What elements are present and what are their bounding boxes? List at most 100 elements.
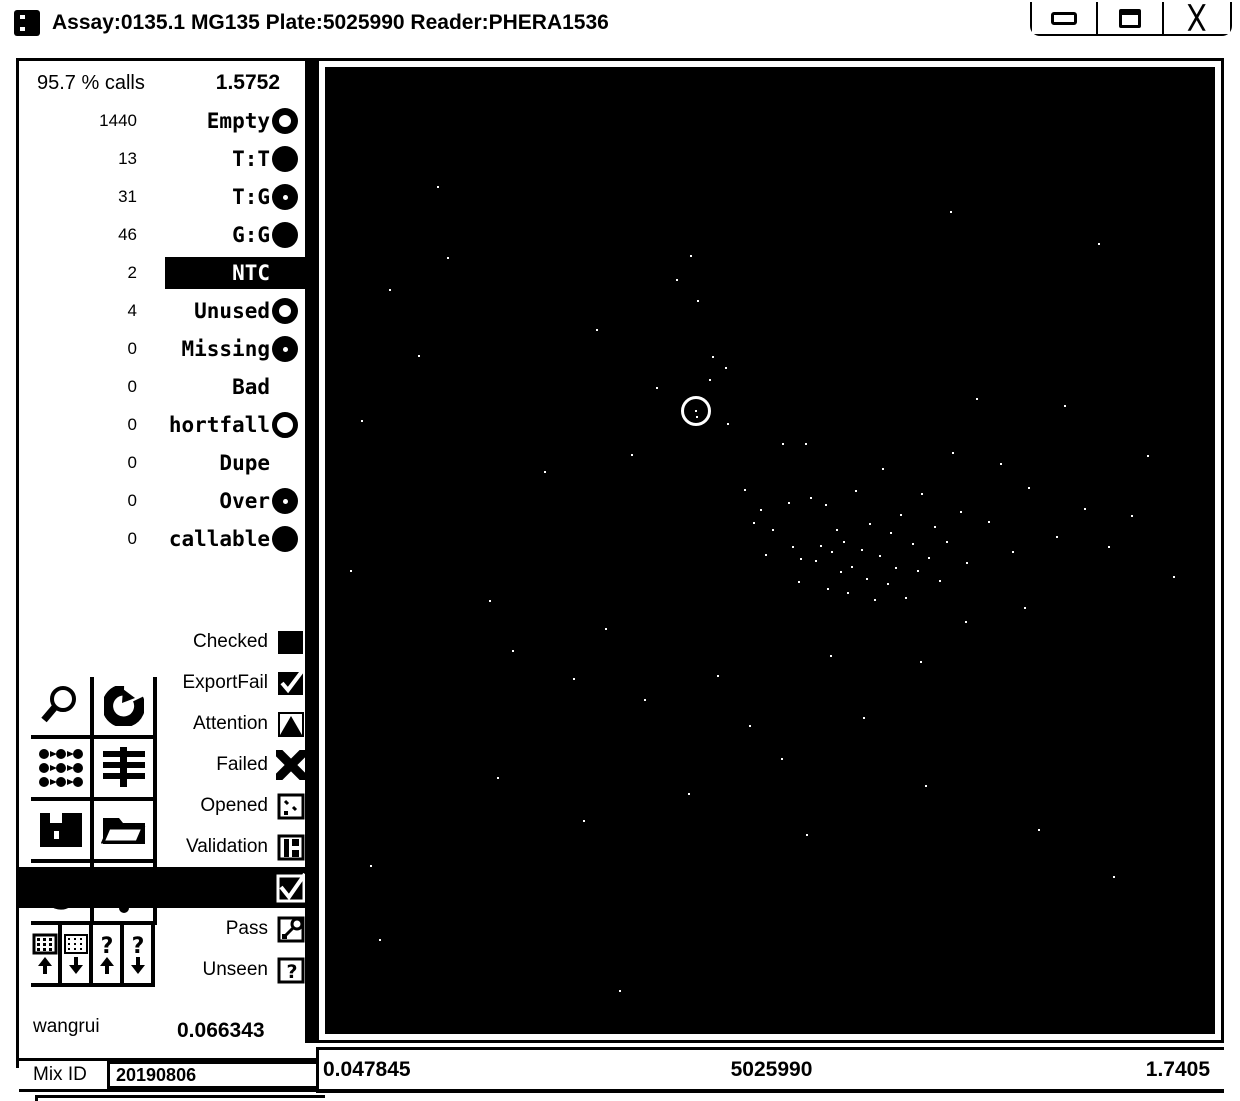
scatter-point — [933, 526, 936, 529]
stat-count: 13 — [118, 149, 137, 168]
stat-row-bad[interactable]: 0 Bad — [19, 368, 308, 406]
stat-count: 4 — [127, 301, 137, 320]
status-label: Pass — [225, 917, 268, 939]
selected-sample-marker[interactable] — [681, 396, 712, 427]
marker-dot-icon — [272, 488, 298, 514]
status-row-selected[interactable] — [19, 867, 308, 908]
scatter-point — [764, 554, 767, 557]
stat-row-over[interactable]: 0 Over — [19, 482, 308, 520]
scatter-point — [771, 529, 774, 532]
status-filter-list: Checked ExportFail Attention Failed Open… — [19, 621, 308, 990]
marker-none-icon — [272, 450, 298, 476]
status-row-failed[interactable]: Failed — [165, 744, 308, 785]
zoom-magnifier-icon — [40, 686, 76, 723]
stat-label: T:G — [232, 185, 270, 209]
scatter-point — [999, 463, 1002, 466]
marker-cell — [272, 108, 308, 134]
minimize-button[interactable] — [1032, 2, 1098, 34]
tools-and-status-block: ? ? Checked ExportFail Attention Failed … — [19, 621, 308, 1001]
status-label: Validation — [185, 835, 268, 857]
unseen-question-icon: ? — [276, 955, 306, 985]
marker-cell — [272, 450, 308, 476]
marker-dot-icon — [272, 336, 298, 362]
check-square-icon — [276, 668, 306, 698]
scatter-point — [840, 570, 843, 573]
stat-label: G:G — [232, 223, 270, 247]
scatter-point — [924, 784, 927, 787]
open-folder-button[interactable] — [94, 801, 157, 863]
marker-dot-icon — [272, 184, 298, 210]
stat-row-shortfall[interactable]: 0 hortfall — [19, 406, 308, 444]
mix-id-label: Mix ID — [19, 1061, 107, 1089]
scatter-point — [846, 592, 849, 595]
grid-up-button[interactable] — [31, 925, 62, 987]
stat-row-gg[interactable]: 46 G:G — [19, 216, 308, 254]
status-row-exportfail[interactable]: ExportFail — [165, 662, 308, 703]
scatter-point — [361, 419, 364, 422]
scatter-point — [712, 356, 715, 359]
stat-label: Dupe — [219, 451, 270, 475]
scatter-point — [916, 569, 919, 572]
status-row-unseen[interactable]: Unseen ? — [165, 949, 308, 990]
scatter-point — [879, 555, 882, 558]
status-row-opened[interactable]: Opened — [165, 785, 308, 826]
scatter-point — [890, 532, 893, 535]
stat-row-uncallable[interactable]: 0 callable — [19, 520, 308, 558]
scatter-point — [689, 254, 692, 257]
grid-down-icon — [63, 934, 88, 974]
list-sort-button[interactable] — [94, 739, 157, 801]
scatter-point — [656, 387, 659, 390]
close-button[interactable]: ╳ — [1164, 2, 1230, 34]
scatter-point — [605, 627, 608, 630]
stat-row-ntc[interactable]: 2 NTC — [19, 254, 308, 292]
stat-row-tt[interactable]: 13 T:T — [19, 140, 308, 178]
scatter-point — [1147, 454, 1150, 457]
grid-down-button[interactable] — [62, 925, 93, 987]
cluster-plot-canvas[interactable] — [325, 67, 1215, 1034]
scatter-point — [596, 329, 599, 332]
stat-row-dupe[interactable]: 0 Dupe — [19, 444, 308, 482]
status-row-pass[interactable]: Pass — [165, 908, 308, 949]
stat-row-tg[interactable]: 31 T:G — [19, 178, 308, 216]
status-label: ExportFail — [182, 671, 268, 693]
y-max-value: 1.5752 — [215, 71, 280, 94]
question-up-button[interactable]: ? — [93, 925, 124, 987]
scatter-point — [964, 621, 967, 624]
scatter-point — [921, 493, 924, 496]
marker-cell — [272, 488, 308, 514]
mix-id-input[interactable]: 20190806 — [107, 1061, 324, 1089]
scatter-point — [1055, 535, 1058, 538]
scatter-point — [760, 508, 763, 511]
window-controls: ╳ — [1030, 2, 1232, 36]
scatter-point — [949, 211, 952, 214]
scatter-point — [496, 776, 499, 779]
title-bar: Assay:0135.1 MG135 Plate:5025990 Reader:… — [0, 0, 1240, 46]
grid-arrows-button[interactable] — [31, 739, 94, 801]
save-disk-icon — [39, 813, 82, 847]
status-row-validation[interactable]: Validation — [165, 826, 308, 867]
status-row-checked[interactable]: Checked — [165, 621, 308, 662]
scatter-point — [919, 660, 922, 663]
zoom-magnifier-button[interactable] — [31, 677, 94, 739]
save-disk-button[interactable] — [31, 801, 94, 863]
stat-label: T:T — [232, 147, 270, 171]
scatter-point — [928, 557, 931, 560]
stat-row-empty[interactable]: 1440 Empty — [19, 102, 308, 140]
minimize-icon — [1051, 11, 1077, 25]
refresh-rotate-button[interactable] — [94, 677, 157, 739]
x-axis-max-label: 1.7405 — [1145, 1057, 1210, 1081]
scatter-point — [418, 355, 421, 358]
svg-text:?: ? — [131, 934, 144, 959]
question-down-button[interactable]: ? — [124, 925, 155, 987]
stat-row-unused[interactable]: 4 Unused — [19, 292, 308, 330]
scatter-point — [369, 864, 372, 867]
stat-label: Empty — [206, 109, 270, 133]
status-label: Opened — [200, 794, 268, 816]
stat-label: Bad — [232, 375, 270, 399]
maximize-button[interactable] — [1098, 2, 1164, 34]
stat-count: 31 — [118, 187, 137, 206]
stat-row-missing[interactable]: 0 Missing — [19, 330, 308, 368]
scatter-point — [488, 599, 491, 602]
refresh-rotate-icon — [103, 686, 144, 726]
status-row-attention[interactable]: Attention — [165, 703, 308, 744]
